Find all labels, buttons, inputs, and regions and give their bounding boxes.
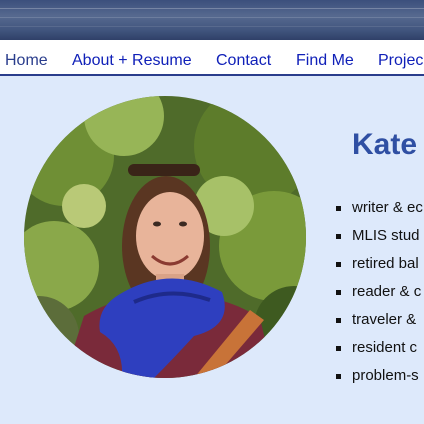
header-banner-image bbox=[0, 0, 424, 40]
bullet-icon bbox=[336, 206, 341, 211]
nav-about-resume[interactable]: About + Resume bbox=[72, 52, 192, 70]
nav-home[interactable]: Home bbox=[5, 52, 48, 70]
list-item: MLIS stud bbox=[330, 226, 423, 254]
bio-item-label: problem-s bbox=[352, 367, 419, 384]
list-item: traveler & bbox=[330, 310, 423, 338]
bullet-icon bbox=[336, 290, 341, 295]
nav-projects[interactable]: Projec bbox=[378, 52, 423, 70]
bullet-icon bbox=[336, 318, 341, 323]
list-item: writer & ec bbox=[330, 198, 423, 226]
bullet-icon bbox=[336, 346, 341, 351]
main-nav: Home About + Resume Contact Find Me Proj… bbox=[0, 40, 424, 76]
nav-find-me[interactable]: Find Me bbox=[296, 52, 354, 70]
profile-photo bbox=[24, 96, 306, 378]
list-item: reader & c bbox=[330, 282, 423, 310]
bio-item-label: resident c bbox=[352, 339, 418, 356]
bio-item-label: traveler & bbox=[352, 311, 417, 328]
profile-name: Kate bbox=[352, 128, 418, 161]
bullet-icon bbox=[336, 234, 341, 239]
bio-list: writer & ec MLIS stud retired bal reader… bbox=[330, 198, 423, 394]
bullet-icon bbox=[336, 374, 341, 379]
list-item: problem-s bbox=[330, 366, 423, 394]
bio-item-label: retired bal bbox=[352, 255, 419, 272]
bio-item-label: writer & ec bbox=[352, 199, 423, 216]
nav-contact[interactable]: Contact bbox=[216, 52, 271, 70]
bio-item-label: reader & c bbox=[352, 283, 422, 300]
bullet-icon bbox=[336, 262, 341, 267]
list-item: resident c bbox=[330, 338, 423, 366]
list-item: retired bal bbox=[330, 254, 423, 282]
bio-item-label: MLIS stud bbox=[352, 227, 420, 244]
